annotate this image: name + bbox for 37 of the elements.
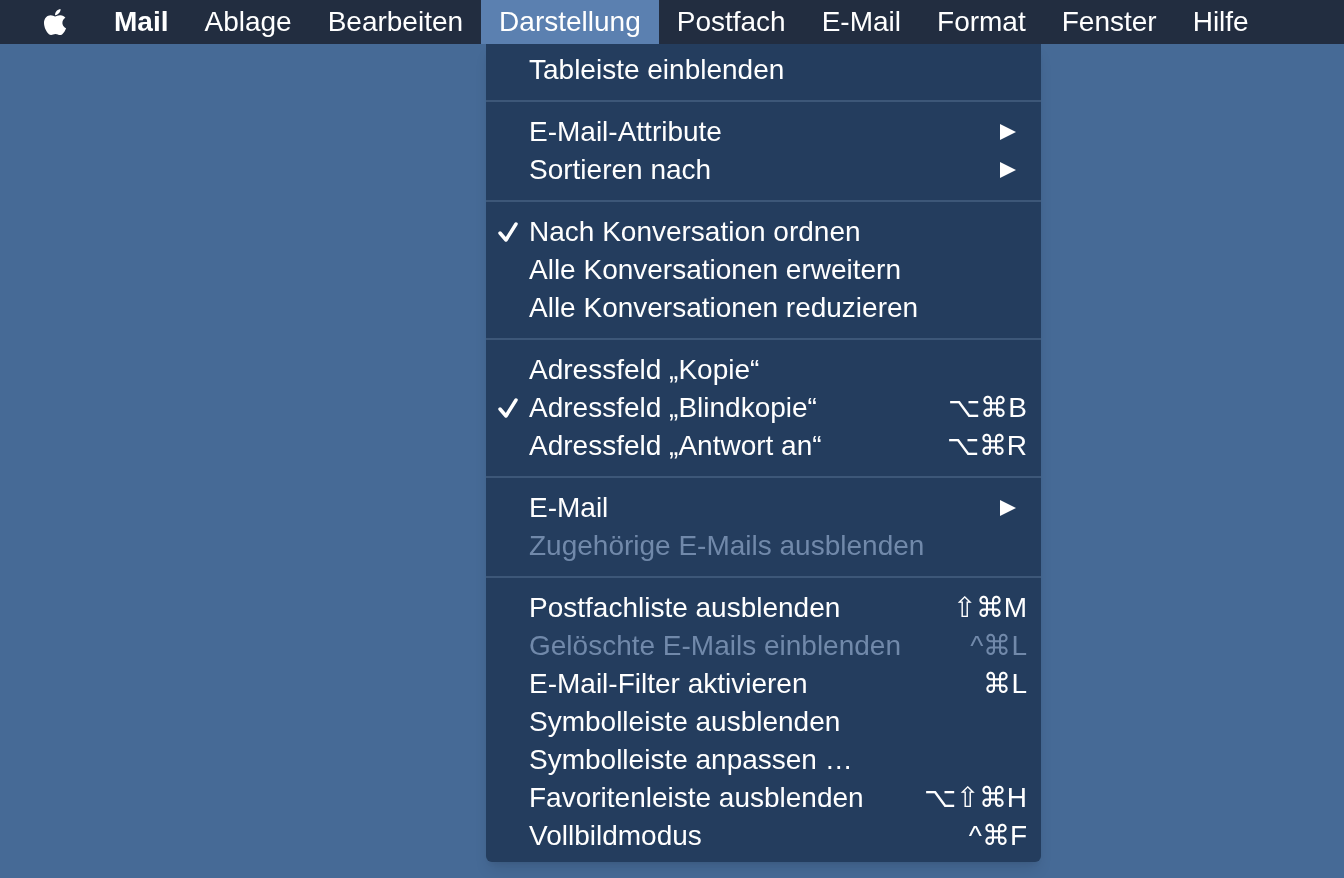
keyboard-shortcut: ^⌘F — [968, 819, 1027, 853]
menu-item[interactable]: Symbolleiste ausblenden — [486, 703, 1041, 741]
menu-item[interactable]: Vollbildmodus ^⌘F — [486, 817, 1041, 855]
menu-item[interactable]: Adressfeld „Kopie“ — [486, 351, 1041, 389]
submenu-triangle-icon — [999, 161, 1017, 179]
menu-item[interactable]: Adressfeld „Antwort an“ ⌥⌘R — [486, 427, 1041, 465]
keyboard-shortcut: ⌥⇧⌘H — [923, 781, 1027, 815]
menu-item[interactable]: E-Mail-Attribute — [486, 113, 1041, 151]
menu-item[interactable]: Favoritenleiste ausblenden ⌥⇧⌘H — [486, 779, 1041, 817]
menu-item[interactable]: Alle Konversationen reduzieren — [486, 289, 1041, 327]
menu-item[interactable]: Tableiste einblenden — [486, 51, 1041, 89]
keyboard-shortcut: ⌘L — [983, 667, 1027, 701]
menu-bar-item[interactable]: Fenster — [1043, 0, 1175, 44]
menu-item[interactable]: Sortieren nach — [486, 151, 1041, 189]
menu-bar-item[interactable]: E-Mail — [803, 0, 920, 44]
menu-bar-item[interactable]: Postfach — [658, 0, 804, 44]
menu-bar-item[interactable]: Hilfe — [1174, 0, 1267, 44]
submenu-triangle-icon — [999, 123, 1017, 141]
menu-bar-item[interactable]: Darstellung — [481, 0, 659, 44]
menu-item[interactable]: Postfachliste ausblenden ⇧⌘M — [486, 589, 1041, 627]
checkmark-icon — [496, 221, 519, 243]
menu-item[interactable]: Adressfeld „Blindkopie“ ⌥⌘B — [486, 389, 1041, 427]
menu-item[interactable]: E-Mail-Filter aktivieren ⌘L — [486, 665, 1041, 703]
keyboard-shortcut: ⇧⌘M — [952, 591, 1027, 625]
keyboard-shortcut: ⌥⌘R — [946, 429, 1027, 463]
menu-bar-item[interactable]: Bearbeiten — [309, 0, 482, 44]
checkmark-icon — [496, 397, 519, 419]
menu-bar-item[interactable]: Format — [919, 0, 1044, 44]
menu-item[interactable]: Nach Konversation ordnen — [486, 213, 1041, 251]
menu-item[interactable]: E-Mail — [486, 489, 1041, 527]
menu-bar-item[interactable]: Ablage — [186, 0, 310, 44]
keyboard-shortcut: ⌥⌘B — [948, 391, 1027, 425]
menu-bar-item[interactable]: Mail — [96, 0, 187, 44]
menu-item[interactable]: Symbolleiste anpassen … — [486, 741, 1041, 779]
submenu-triangle-icon — [999, 499, 1017, 517]
keyboard-shortcut: ^⌘L — [970, 629, 1027, 663]
menu-item[interactable]: Alle Konversationen erweitern — [486, 251, 1041, 289]
